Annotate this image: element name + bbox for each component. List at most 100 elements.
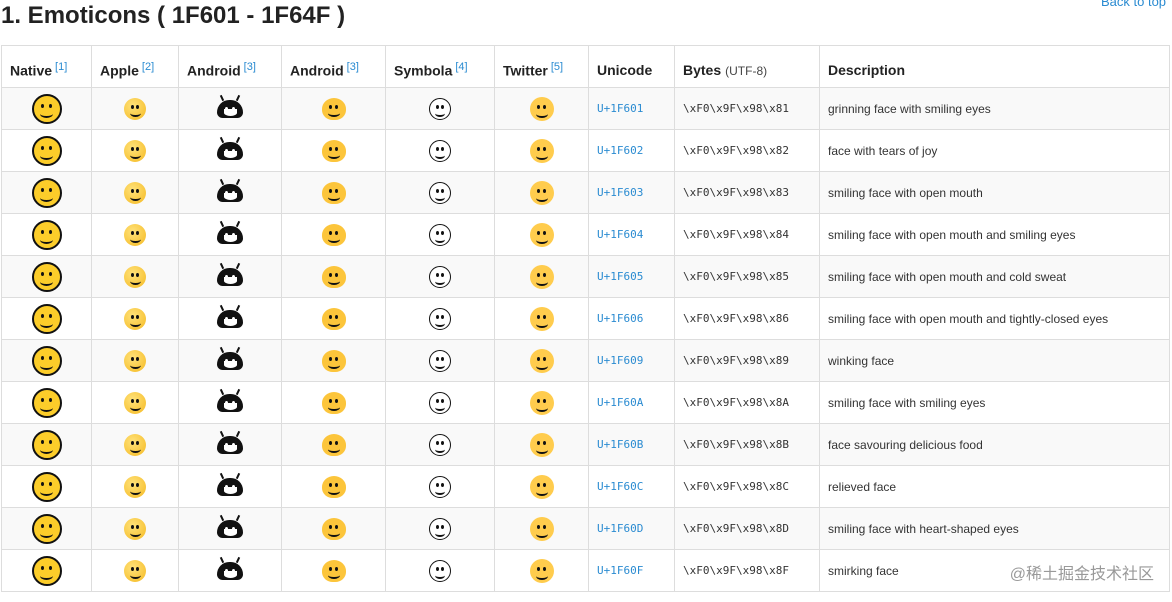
native-emoji-icon [31,177,62,208]
android-new-cell [281,87,386,130]
apple-cell [91,87,179,130]
android-old-cell [178,381,282,424]
symbola-emoji-icon [429,475,451,498]
twitter-emoji-icon [529,474,554,499]
apple-emoji-icon [124,181,146,204]
apple-cell [91,171,179,214]
android-robot-emoji-icon [217,351,243,370]
android-blob-emoji-icon [321,181,346,204]
native-emoji-icon [31,513,62,544]
native-emoji-icon [31,303,62,334]
header-bytes: Bytes (UTF-8) [674,45,820,88]
twitter-emoji-icon [529,432,554,457]
ref-link-2[interactable]: [2] [142,61,154,73]
android-old-cell [178,213,282,256]
symbola-cell [385,507,495,550]
ref-link-1[interactable]: [1] [55,61,67,73]
android-robot-emoji-icon [217,561,243,580]
native-emoji-icon [31,261,62,292]
native-cell [1,339,92,382]
symbola-emoji-icon [429,559,451,582]
header-symbola: Symbola [4] [385,45,495,88]
native-emoji-icon [31,219,62,250]
native-cell [1,87,92,130]
description-cell: smiling face with open mouth and cold sw… [819,255,1170,298]
header-native: Native [1] [1,45,92,88]
table-header-row: Native [1] Apple [2] Android [3] Android [3]… [1,45,1170,88]
native-emoji-icon [31,345,62,376]
table-row: U+1F602 \xF0\x9F\x98\x82 face with tears o… [1,129,1170,172]
android-new-cell [281,507,386,550]
twitter-emoji-icon [529,138,554,163]
twitter-emoji-icon [529,516,554,541]
symbola-cell [385,339,495,382]
twitter-cell [494,129,589,172]
twitter-cell [494,381,589,424]
unicode-cell: U+1F60F [588,549,675,592]
header-unicode: Unicode [588,45,675,88]
table-row: U+1F606 \xF0\x9F\x98\x86 smiling face with… [1,297,1170,340]
ref-link-5[interactable]: [5] [551,61,563,73]
header-bytes-label: Bytes [683,61,722,78]
native-emoji-icon [31,429,62,460]
twitter-emoji-icon [529,222,554,247]
twitter-emoji-icon [529,264,554,289]
table-row: U+1F60B \xF0\x9F\x98\x8B face savouring de… [1,423,1170,466]
symbola-emoji-icon [429,139,451,162]
bytes-cell: \xF0\x9F\x98\x81 [674,87,820,130]
bytes-cell: \xF0\x9F\x98\x8C [674,465,820,508]
twitter-cell [494,87,589,130]
apple-emoji-icon [124,307,146,330]
symbola-emoji-icon [429,97,451,120]
android-blob-emoji-icon [321,559,346,582]
unicode-cell: U+1F606 [588,297,675,340]
bytes-cell: \xF0\x9F\x98\x8F [674,549,820,592]
twitter-emoji-icon [529,390,554,415]
header-apple-label: Apple [100,62,139,79]
native-cell [1,465,92,508]
android-robot-emoji-icon [217,519,243,538]
bytes-cell: \xF0\x9F\x98\x82 [674,129,820,172]
android-old-cell [178,171,282,214]
android-old-cell [178,549,282,592]
apple-emoji-icon [124,265,146,288]
symbola-cell [385,255,495,298]
symbola-cell [385,549,495,592]
android-new-cell [281,549,386,592]
apple-emoji-icon [124,139,146,162]
apple-emoji-icon [124,223,146,246]
bytes-cell: \xF0\x9F\x98\x8D [674,507,820,550]
bytes-cell: \xF0\x9F\x98\x86 [674,297,820,340]
apple-emoji-icon [124,517,146,540]
apple-cell [91,381,179,424]
native-cell [1,255,92,298]
android-blob-emoji-icon [321,265,346,288]
header-android-2-label: Android [290,62,344,79]
apple-cell [91,507,179,550]
description-cell: smiling face with open mouth [819,171,1170,214]
apple-cell [91,129,179,172]
header-twitter: Twitter [5] [494,45,589,88]
twitter-emoji-icon [529,306,554,331]
apple-emoji-icon [124,97,146,120]
android-blob-emoji-icon [321,139,346,162]
unicode-cell: U+1F60A [588,381,675,424]
unicode-cell: U+1F60B [588,423,675,466]
android-old-cell [178,423,282,466]
android-new-cell [281,255,386,298]
apple-cell [91,297,179,340]
android-robot-emoji-icon [217,267,243,286]
android-blob-emoji-icon [321,97,346,120]
header-twitter-label: Twitter [503,62,548,79]
symbola-emoji-icon [429,349,451,372]
apple-emoji-icon [124,391,146,414]
bytes-cell: \xF0\x9F\x98\x85 [674,255,820,298]
android-old-cell [178,255,282,298]
back-to-top-link[interactable]: Back to top [1101,0,1166,9]
ref-link-4[interactable]: [4] [455,61,467,73]
android-new-cell [281,213,386,256]
ref-link-3b[interactable]: [3] [347,61,359,73]
native-cell [1,171,92,214]
table-row: U+1F60A \xF0\x9F\x98\x8A smiling face with… [1,381,1170,424]
ref-link-3a[interactable]: [3] [244,61,256,73]
